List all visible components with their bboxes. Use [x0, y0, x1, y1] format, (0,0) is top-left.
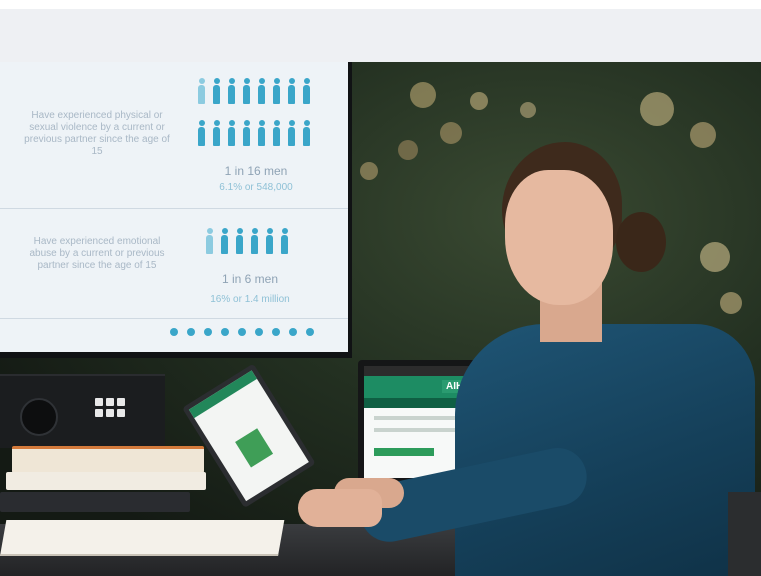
person-icon — [226, 78, 237, 104]
person-icon — [271, 120, 282, 146]
stat1-description: Have experienced physical or sexual viol… — [24, 110, 170, 157]
person-dot-icon — [221, 328, 229, 336]
chair — [728, 492, 761, 576]
person-dot-icon — [289, 328, 297, 336]
book-top — [12, 446, 204, 473]
book-middle — [6, 472, 206, 490]
bokeh-light — [640, 92, 674, 126]
tv-divider — [0, 318, 348, 319]
person-icon — [196, 120, 207, 146]
stat2-people-icons — [204, 228, 290, 254]
bokeh-light — [690, 122, 716, 148]
stat2-description: Have experienced emotional abuse by a cu… — [29, 236, 165, 271]
person-icon — [234, 228, 245, 254]
person-face — [505, 170, 613, 305]
person-icon — [249, 228, 260, 254]
stat2-figure: 16% or 1.4 million — [210, 294, 290, 305]
person-dot-icon — [170, 328, 178, 336]
person-dot-icon — [187, 328, 195, 336]
photo: Have experienced physical or sexual viol… — [0, 62, 761, 576]
bokeh-light — [720, 292, 742, 314]
person-icon — [196, 78, 207, 104]
person-icon — [301, 78, 312, 104]
person-icon — [301, 120, 312, 146]
bokeh-light — [398, 140, 418, 160]
person-icon — [256, 78, 267, 104]
laptop-text-line — [374, 428, 464, 432]
tablet-chart — [235, 428, 274, 468]
person-icon — [279, 228, 290, 254]
stat1-figure: 6.1% or 548,000 — [219, 182, 293, 193]
person-dot-icon — [306, 328, 314, 336]
book-bottom — [0, 492, 190, 512]
person-icon — [286, 78, 297, 104]
person-jacket — [455, 324, 755, 576]
person-icon — [264, 228, 275, 254]
speaker-keypad-icon — [95, 398, 125, 417]
person-dot-icon — [204, 328, 212, 336]
person-icon — [241, 78, 252, 104]
tv-screen: Have experienced physical or sexual viol… — [0, 62, 348, 352]
person-icon — [204, 228, 215, 254]
tablet-screen — [188, 370, 309, 502]
stat1-people-icons-row2 — [196, 120, 312, 146]
speaker-box — [0, 374, 165, 448]
person-hair-bun — [616, 212, 666, 272]
laptop-green-bar — [374, 448, 434, 456]
bokeh-light — [470, 92, 488, 110]
person-dot-icon — [238, 328, 246, 336]
person-icon — [219, 228, 230, 254]
bokeh-light — [440, 122, 462, 144]
person-icon — [226, 120, 237, 146]
stat2-ratio: 1 in 6 men — [221, 272, 279, 286]
bokeh-light — [700, 242, 730, 272]
top-band — [0, 0, 761, 62]
tv-divider — [0, 208, 348, 209]
open-notebook — [0, 520, 285, 556]
top-band-edge — [0, 0, 761, 9]
tv-monitor: Have experienced physical or sexual viol… — [0, 62, 352, 358]
stat1-people-icons — [196, 78, 312, 104]
person-icon — [211, 120, 222, 146]
stat3-dots — [170, 328, 314, 336]
person-dot-icon — [272, 328, 280, 336]
bokeh-light — [410, 82, 436, 108]
person-icon — [256, 120, 267, 146]
person-icon — [211, 78, 222, 104]
person-icon — [241, 120, 252, 146]
stat1-ratio: 1 in 16 men — [224, 164, 288, 178]
bokeh-light — [520, 102, 536, 118]
person-dot-icon — [255, 328, 263, 336]
person-hand — [298, 489, 382, 527]
speaker-knob-icon — [20, 398, 58, 436]
bokeh-light — [360, 162, 378, 180]
person-icon — [271, 78, 282, 104]
tablet-header-bar — [188, 370, 257, 419]
person-icon — [286, 120, 297, 146]
